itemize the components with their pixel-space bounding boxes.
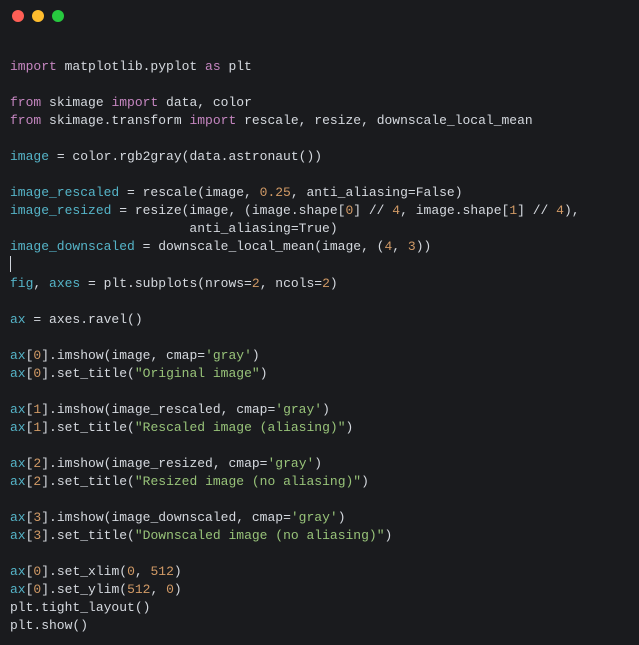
variable: image	[10, 149, 49, 164]
code-text: ),	[564, 203, 580, 218]
code-text: ,	[150, 582, 166, 597]
titlebar	[0, 0, 639, 32]
code-text: , anti_aliasing=False)	[291, 185, 463, 200]
keyword-import: import	[111, 95, 158, 110]
code-text: )	[346, 420, 354, 435]
number: 0	[127, 564, 135, 579]
variable: ax	[10, 312, 26, 327]
variable: ax	[10, 402, 26, 417]
code-text: ].set_title(	[41, 528, 135, 543]
code-text: rescale, resize, downscale_local_mean	[236, 113, 532, 128]
code-text: )	[314, 456, 322, 471]
code-text: skimage.transform	[41, 113, 189, 128]
code-text: ].imshow(image_rescaled, cmap=	[41, 402, 275, 417]
text-cursor	[10, 256, 11, 272]
number: 4	[556, 203, 564, 218]
string: "Downscaled image (no aliasing)"	[135, 528, 385, 543]
string: 'gray'	[291, 510, 338, 525]
code-text: )	[338, 510, 346, 525]
code-text: ))	[416, 239, 432, 254]
variable: fig	[10, 276, 33, 291]
number: 3	[408, 239, 416, 254]
code-text: ].imshow(image, cmap=	[41, 348, 205, 363]
variable: image_downscaled	[10, 239, 135, 254]
editor-window: import matplotlib.pyplot as plt from ski…	[0, 0, 639, 637]
zoom-icon[interactable]	[52, 10, 64, 22]
code-text: plt.show()	[10, 618, 88, 633]
code-text: ] //	[517, 203, 556, 218]
code-text: ].set_title(	[41, 366, 135, 381]
code-editor[interactable]: import matplotlib.pyplot as plt from ski…	[0, 32, 639, 645]
variable: ax	[10, 564, 26, 579]
keyword-from: from	[10, 113, 41, 128]
number: 2	[252, 276, 260, 291]
string: "Rescaled image (aliasing)"	[135, 420, 346, 435]
code-text: )	[260, 366, 268, 381]
variable: ax	[10, 420, 26, 435]
number: 2	[322, 276, 330, 291]
number: 512	[150, 564, 173, 579]
code-text: = plt.subplots(nrows=	[80, 276, 252, 291]
string: 'gray'	[275, 402, 322, 417]
code-text: )	[174, 582, 182, 597]
minimize-icon[interactable]	[32, 10, 44, 22]
string: "Original image"	[135, 366, 260, 381]
code-text: = rescale(image,	[119, 185, 259, 200]
code-text: )	[252, 348, 260, 363]
variable: ax	[10, 366, 26, 381]
code-text: = resize(image, (image.shape[	[111, 203, 345, 218]
number: 0.25	[260, 185, 291, 200]
string: 'gray'	[205, 348, 252, 363]
variable: image_resized	[10, 203, 111, 218]
variable: ax	[10, 456, 26, 471]
number: 4	[392, 203, 400, 218]
variable: ax	[10, 474, 26, 489]
string: 'gray'	[267, 456, 314, 471]
code-text: plt.tight_layout()	[10, 600, 150, 615]
code-text: ] //	[353, 203, 392, 218]
close-icon[interactable]	[12, 10, 24, 22]
code-text: , image.shape[	[400, 203, 509, 218]
number: 512	[127, 582, 150, 597]
code-text: plt	[221, 59, 252, 74]
code-text: )	[361, 474, 369, 489]
code-text: anti_aliasing=True)	[10, 221, 338, 236]
code-text: = axes.ravel()	[26, 312, 143, 327]
number: 0	[166, 582, 174, 597]
code-text: ].imshow(image_resized, cmap=	[41, 456, 267, 471]
code-text: = downscale_local_mean(image, (	[135, 239, 385, 254]
code-text: data, color	[158, 95, 252, 110]
code-text: , ncols=	[260, 276, 322, 291]
variable: axes	[49, 276, 80, 291]
code-text: skimage	[41, 95, 111, 110]
code-text: = color.rgb2gray(data.astronaut())	[49, 149, 322, 164]
code-text: )	[322, 402, 330, 417]
keyword-as: as	[205, 59, 221, 74]
variable: ax	[10, 510, 26, 525]
number: 1	[509, 203, 517, 218]
code-text: )	[385, 528, 393, 543]
code-text: ].imshow(image_downscaled, cmap=	[41, 510, 291, 525]
variable: ax	[10, 582, 26, 597]
string: "Resized image (no aliasing)"	[135, 474, 361, 489]
code-text: )	[174, 564, 182, 579]
code-text: matplotlib.pyplot	[57, 59, 205, 74]
code-text: )	[330, 276, 338, 291]
code-text: ].set_title(	[41, 474, 135, 489]
variable: ax	[10, 348, 26, 363]
keyword-from: from	[10, 95, 41, 110]
variable: ax	[10, 528, 26, 543]
code-text: ,	[33, 276, 49, 291]
variable: image_rescaled	[10, 185, 119, 200]
keyword-import: import	[189, 113, 236, 128]
code-text: ].set_ylim(	[41, 582, 127, 597]
code-text: ].set_title(	[41, 420, 135, 435]
code-text: ].set_xlim(	[41, 564, 127, 579]
code-text: ,	[135, 564, 151, 579]
keyword-import: import	[10, 59, 57, 74]
code-text: ,	[392, 239, 408, 254]
